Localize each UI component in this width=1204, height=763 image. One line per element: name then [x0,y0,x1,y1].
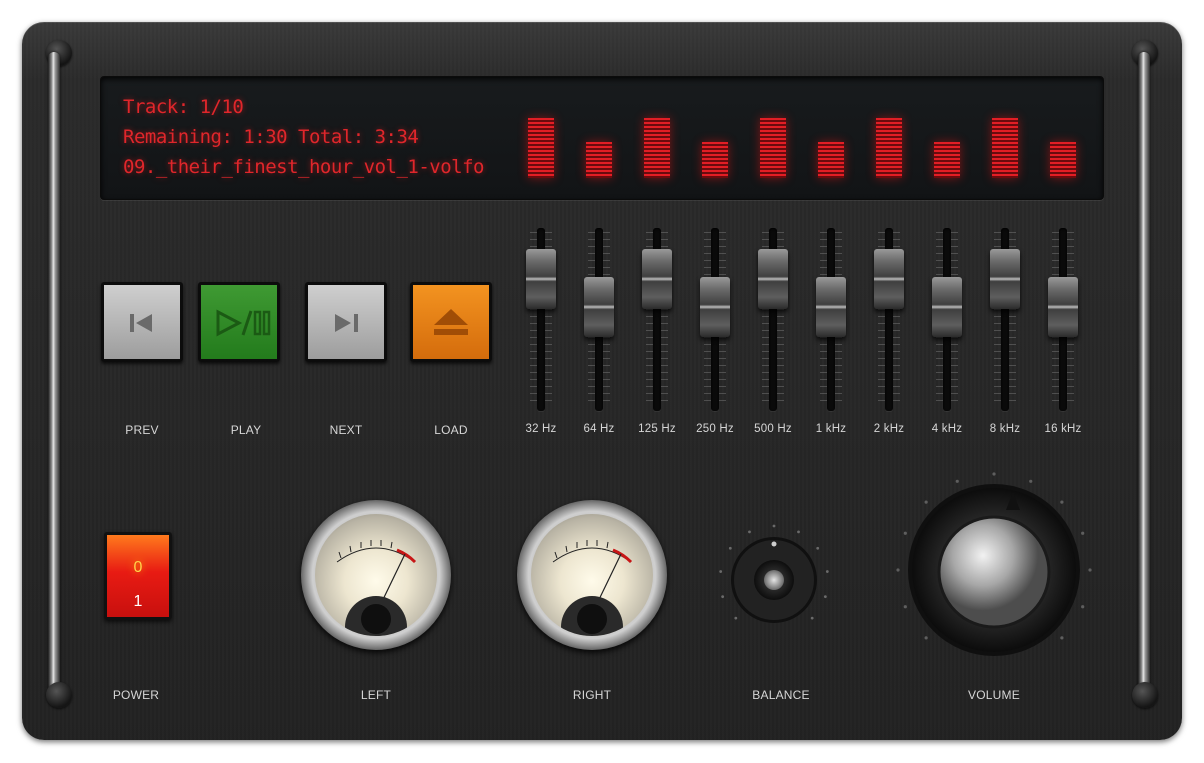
spectrum-bar [992,118,1018,178]
track-counter: Track: 1/10 [123,96,244,118]
power-on-marker: 1 [133,593,143,610]
power-switch[interactable]: 0 1 [104,532,172,620]
spectrum-bar [586,142,612,178]
eq-slider-1khz[interactable] [816,277,846,338]
next-button[interactable] [305,282,387,362]
spectrum-bar [934,142,960,178]
spectrum-bar [818,142,844,178]
left-vu-meter [301,500,451,650]
eq-band-label: 64 Hz [583,423,615,435]
eq-slider-500hz[interactable] [758,248,788,309]
eq-band-label: 1 kHz [815,423,847,435]
play-pause-icon [216,309,271,337]
left-label: LEFT [360,688,392,702]
skip-forward-icon [335,314,358,332]
eq-slider-125hz[interactable] [642,248,672,309]
spectrum-bar [702,142,728,178]
eq-band-label: 16 kHz [1044,423,1082,435]
power-label: POWER [112,688,160,702]
right-handle [1124,22,1164,722]
play-label: PLAY [230,423,262,437]
spectrum-bar [760,118,786,178]
handle-bar [48,52,60,692]
spectrum-bar [1050,142,1076,178]
eq-band-label: 8 kHz [989,423,1021,435]
prev-button[interactable] [101,282,183,362]
balance-dial-icon [719,524,829,623]
spectrum-bar [644,118,670,178]
balance-label: BALANCE [752,688,810,702]
skip-back-icon [130,314,152,332]
track-filename: 09._their_finest_hour_vol_1-volfo [123,156,485,178]
eq-band-label: 250 Hz [696,423,734,435]
eq-slider-8khz[interactable] [990,248,1020,309]
eq-band-label: 125 Hz [638,423,676,435]
eq-band-label: 32 Hz [525,423,557,435]
eq-band-label: 500 Hz [754,423,792,435]
time-readout: Remaining: 1:30 Total: 3:34 [123,126,419,148]
eq-slider-16khz[interactable] [1048,277,1078,338]
right-vu-meter [517,500,667,650]
eq-band-label: 2 kHz [873,423,905,435]
power-off-marker: 0 [133,559,143,576]
handle-bar [1138,52,1150,692]
right-label: RIGHT [572,688,612,702]
volume-dial-icon [896,472,1092,656]
prev-label: PREV [125,423,159,437]
handle-screw-icon [1132,682,1158,708]
spectrum-bar [876,118,902,178]
handle-screw-icon [46,682,72,708]
volume-label: VOLUME [968,688,1020,702]
eq-slider-32hz[interactable] [526,248,556,309]
next-label: NEXT [329,423,363,437]
volume-knob[interactable] [894,470,1094,670]
eq-slider-2khz[interactable] [874,248,904,309]
balance-knob[interactable] [714,520,834,640]
eq-slider-64hz[interactable] [584,277,614,338]
load-label: LOAD [434,423,468,437]
eq-slider-250hz[interactable] [700,277,730,338]
load-button[interactable] [410,282,492,362]
spectrum-bar [528,118,554,178]
eq-slider-4khz[interactable] [932,277,962,338]
eq-band-label: 4 kHz [931,423,963,435]
eject-icon [434,309,468,335]
play-pause-button[interactable] [198,282,280,362]
left-handle [40,22,80,722]
